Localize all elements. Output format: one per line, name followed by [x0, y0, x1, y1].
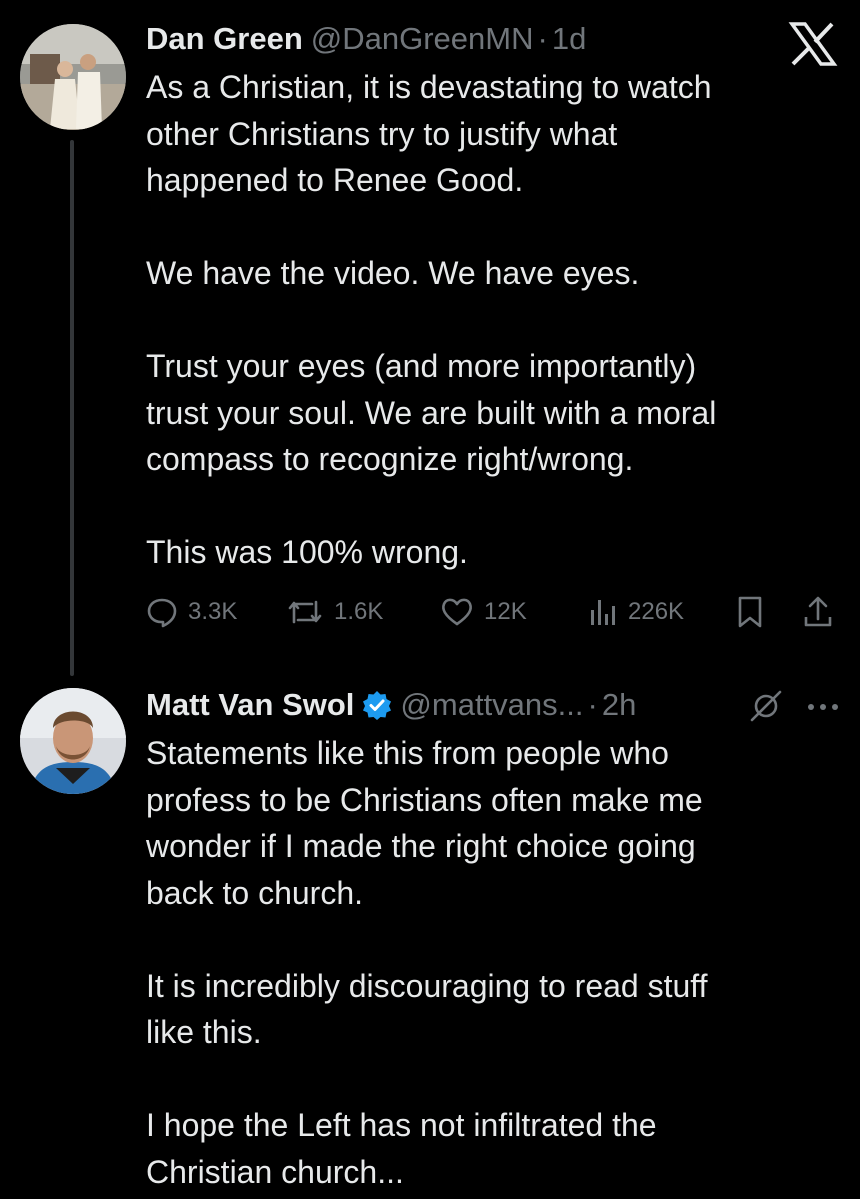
tweet-text: As a Christian, it is devastating to wat… [146, 69, 717, 570]
user-handle[interactable]: @DanGreenMN [311, 20, 534, 58]
view-count: 226K [628, 598, 685, 625]
tweet-dan-green[interactable]: Dan Green @DanGreenMN · 1d As a Christia… [0, 0, 860, 676]
timestamp[interactable]: 2h [602, 686, 636, 724]
bookmark-icon [738, 596, 762, 628]
repost-icon [288, 600, 322, 624]
repost-count: 1.6K [334, 598, 384, 625]
tweet-header: Matt Van Swol @mattvans... · 2h [146, 686, 636, 724]
bookmark-button[interactable] [736, 592, 764, 632]
tweet-text: Statements like this from people who pro… [146, 735, 708, 1190]
reply-button[interactable]: 3.3K [146, 592, 237, 632]
user-handle[interactable]: @mattvans... [400, 686, 583, 724]
repost-button[interactable]: 1.6K [286, 592, 383, 632]
display-name[interactable]: Matt Van Swol [146, 686, 354, 724]
timestamp[interactable]: 1d [552, 20, 586, 58]
like-icon [442, 598, 472, 626]
reply-icon [147, 598, 177, 628]
share-icon [804, 596, 832, 627]
separator-dot: · [537, 21, 548, 56]
views-icon [591, 600, 615, 625]
tweet-matt-van-swol[interactable]: Matt Van Swol @mattvans... · 2h Statemen… [0, 670, 860, 1199]
tweet-header: Dan Green @DanGreenMN · 1d [146, 20, 586, 58]
action-bar: 3.3K 1.6K 12K 226K [146, 592, 846, 632]
thread-line [70, 140, 74, 676]
separator-dot: · [587, 687, 598, 722]
views-button[interactable]: 226K [588, 592, 684, 632]
more-icon[interactable] [806, 700, 840, 718]
like-button[interactable]: 12K [440, 592, 527, 632]
like-count: 12K [484, 598, 527, 625]
reply-count: 3.3K [188, 598, 238, 625]
avatar[interactable] [20, 24, 126, 130]
display-name[interactable]: Dan Green [146, 20, 303, 58]
share-button[interactable] [802, 592, 834, 632]
mute-icon[interactable] [748, 690, 784, 727]
verified-badge-icon [362, 690, 392, 720]
avatar[interactable] [20, 688, 126, 794]
